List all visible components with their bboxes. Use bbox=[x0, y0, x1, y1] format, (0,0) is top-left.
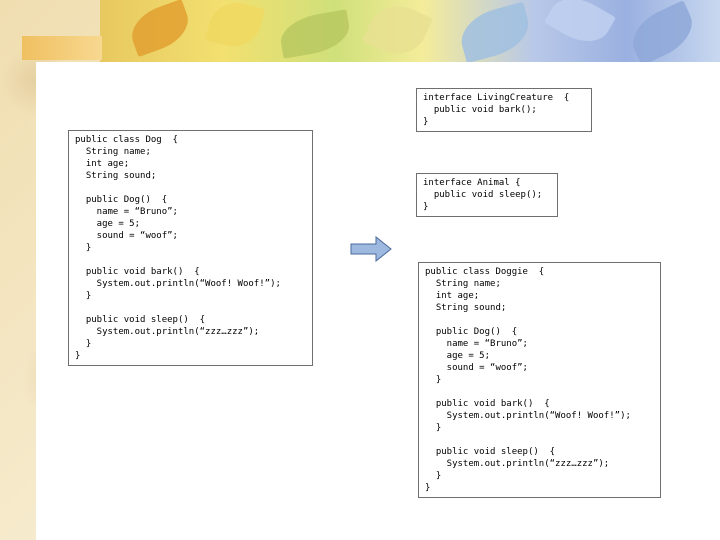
code-line: } bbox=[75, 339, 92, 349]
code-line: } bbox=[425, 423, 442, 433]
code-line: interface Animal { bbox=[423, 178, 521, 188]
code-line: public class Dog { bbox=[75, 135, 178, 145]
code-line: name = “Bruno”; bbox=[425, 339, 528, 349]
code-line: public Dog() { bbox=[425, 327, 518, 337]
code-line: System.out.println(“Woof! Woof!”); bbox=[75, 279, 281, 289]
code-line: } bbox=[425, 375, 442, 385]
code-line: String sound; bbox=[425, 303, 507, 313]
code-line: public class Doggie { bbox=[425, 267, 545, 277]
doggie-class-code-box: public class Doggie { String name; int a… bbox=[418, 262, 661, 498]
code-line: String sound; bbox=[75, 171, 157, 181]
code-line: } bbox=[423, 117, 429, 127]
dog-class-code-box: public class Dog { String name; int age;… bbox=[68, 130, 313, 366]
code-line: sound = “woof”; bbox=[425, 363, 528, 373]
code-line: } bbox=[75, 351, 81, 361]
code-line: name = “Bruno”; bbox=[75, 207, 178, 217]
code-line: String name; bbox=[75, 147, 151, 157]
code-line: public void bark(); bbox=[423, 105, 537, 115]
code-line: age = 5; bbox=[425, 351, 491, 361]
code-line: } bbox=[425, 471, 442, 481]
code-line: interface LivingCreature { bbox=[423, 93, 570, 103]
code-line: public void bark() { bbox=[75, 267, 200, 277]
code-line: sound = “woof”; bbox=[75, 231, 178, 241]
code-line: public void sleep() { bbox=[75, 315, 206, 325]
code-line: } bbox=[423, 202, 429, 212]
animal-interface-box: interface Animal { public void sleep();} bbox=[416, 173, 558, 217]
code-line: int age; bbox=[425, 291, 480, 301]
code-line: } bbox=[75, 243, 92, 253]
decorative-leaf-banner bbox=[100, 0, 720, 62]
code-line: } bbox=[425, 483, 431, 493]
code-line: public void sleep() { bbox=[425, 447, 556, 457]
right-arrow-icon bbox=[350, 236, 392, 262]
decorative-orange-block bbox=[22, 36, 102, 60]
living-creature-interface-box: interface LivingCreature { public void b… bbox=[416, 88, 592, 132]
code-line: String name; bbox=[425, 279, 501, 289]
code-line: System.out.println(“zzz…zzz”); bbox=[75, 327, 260, 337]
code-line: public void sleep(); bbox=[423, 190, 543, 200]
code-line: public void bark() { bbox=[425, 399, 550, 409]
code-line: System.out.println(“Woof! Woof!”); bbox=[425, 411, 631, 421]
code-line: } bbox=[75, 291, 92, 301]
code-line: int age; bbox=[75, 159, 130, 169]
code-line: System.out.println(“zzz…zzz”); bbox=[425, 459, 610, 469]
code-line: age = 5; bbox=[75, 219, 141, 229]
code-line: public Dog() { bbox=[75, 195, 168, 205]
